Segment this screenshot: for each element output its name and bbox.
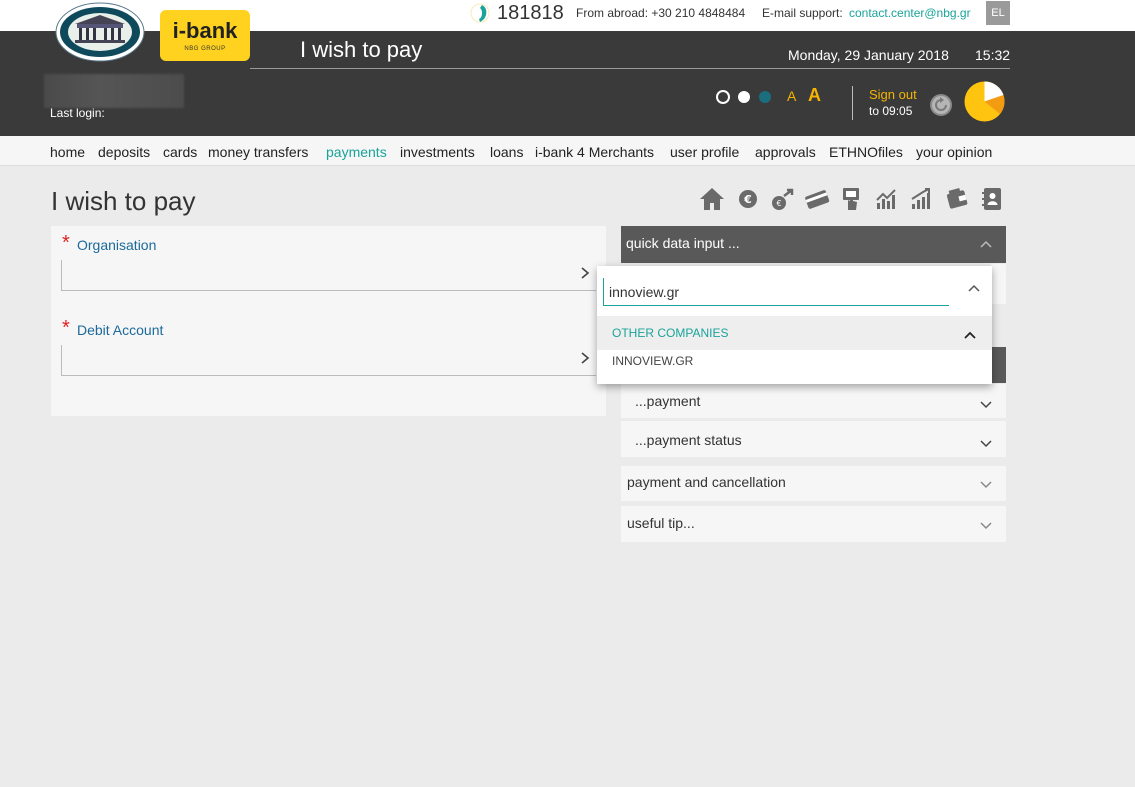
quick-data-input-label: quick data input ... <box>626 235 740 251</box>
chevron-up-icon <box>980 240 992 248</box>
phone-number: 181818 <box>497 2 564 24</box>
accordion-payment-label: ...payment <box>635 393 701 409</box>
home-icon[interactable] <box>699 186 725 212</box>
ibank-logo-text: i-bank <box>172 18 238 43</box>
svg-text:€: € <box>776 199 781 208</box>
main-header: i-bank NBG GROUP I wish to pay Monday, 2… <box>0 2 1135 136</box>
abroad-phone: From abroad: +30 210 4848484 <box>576 6 746 20</box>
phone-icon <box>470 3 490 23</box>
main-navigation: home deposits cards money transfers paym… <box>0 136 1135 166</box>
ibank-logo-subtext: NBG GROUP <box>184 46 226 52</box>
required-marker: * <box>62 232 70 254</box>
theme-option-teal[interactable] <box>759 91 771 103</box>
organisation-label: Organisation <box>77 237 157 253</box>
accordion-payment-status[interactable]: ...payment status <box>621 421 1006 457</box>
email-support-label: E-mail support: <box>762 6 843 20</box>
sign-out-link[interactable]: Sign out <box>869 87 917 102</box>
euro-icon[interactable]: € <box>735 186 761 212</box>
header-divider <box>250 68 1010 69</box>
nav-approvals[interactable]: approvals <box>755 144 816 160</box>
header-time: 15:32 <box>975 47 1011 63</box>
section-header-hidden <box>991 347 1006 383</box>
chevron-up-icon <box>964 331 976 339</box>
quick-data-input-body <box>991 264 1006 304</box>
nav-investments[interactable]: investments <box>400 144 475 160</box>
nav-payments[interactable]: payments <box>326 144 387 160</box>
header-title: I wish to pay <box>300 37 423 62</box>
accordion-useful-tip[interactable]: useful tip... <box>621 506 1006 542</box>
email-support-link[interactable]: contact.center@nbg.gr <box>849 6 971 20</box>
chart-up-icon[interactable] <box>874 186 900 212</box>
chevron-right-icon <box>581 352 590 364</box>
last-login-label: Last login: <box>50 106 105 120</box>
debit-account-field[interactable] <box>61 345 596 376</box>
svg-text:€: € <box>743 193 752 206</box>
chart-growth-icon[interactable] <box>909 186 935 212</box>
font-size-small-button[interactable]: A <box>787 88 796 104</box>
organisation-field[interactable] <box>61 260 596 291</box>
contacts-icon[interactable] <box>979 186 1005 212</box>
ibank-logo[interactable]: i-bank NBG GROUP <box>160 10 250 61</box>
nav-ibank-merchants[interactable]: i-bank 4 Merchants <box>535 144 654 160</box>
accordion-payment-status-label: ...payment status <box>635 432 742 448</box>
organisation-search-dropdown: OTHER COMPANIES INNOVIEW.GR <box>597 266 992 384</box>
user-name-blurred <box>44 74 184 108</box>
debit-account-label: Debit Account <box>77 322 164 338</box>
chevron-down-icon <box>980 522 992 530</box>
dropdown-group-label: OTHER COMPANIES <box>612 326 729 340</box>
session-expiry-time: to 09:05 <box>869 104 913 118</box>
font-size-large-button[interactable]: A <box>808 85 821 106</box>
accordion-useful-tip-label: useful tip... <box>627 515 695 531</box>
nav-deposits[interactable]: deposits <box>98 144 150 160</box>
theme-option-dark[interactable] <box>716 90 730 104</box>
chevron-down-icon <box>980 401 992 409</box>
accordion-payment-cancellation-label: payment and cancellation <box>627 474 786 490</box>
page-title: I wish to pay <box>51 186 196 216</box>
chevron-down-icon <box>980 440 992 448</box>
chevron-right-icon <box>581 267 590 279</box>
nav-money-transfers[interactable]: money transfers <box>208 144 308 160</box>
chevron-up-icon[interactable] <box>968 284 980 292</box>
nbg-logo[interactable] <box>55 2 145 62</box>
quick-data-input-header[interactable]: quick data input ... <box>621 226 1006 263</box>
refresh-session-icon[interactable] <box>929 93 953 117</box>
nav-loans[interactable]: loans <box>490 144 523 160</box>
required-marker: * <box>62 317 70 339</box>
header-date: Monday, 29 January 2018 <box>788 47 949 63</box>
nav-user-profile[interactable]: user profile <box>670 144 739 160</box>
payment-form: * Organisation * Debit Account <box>51 226 606 416</box>
nav-your-opinion[interactable]: your opinion <box>916 144 992 160</box>
accordion-payment[interactable]: ...payment <box>621 384 1006 418</box>
payment-hand-icon[interactable] <box>839 186 865 212</box>
chevron-down-icon <box>980 481 992 489</box>
transfer-icon[interactable]: € <box>770 186 796 212</box>
wallet-icon[interactable] <box>944 186 970 212</box>
dropdown-option[interactable]: INNOVIEW.GR <box>612 354 693 368</box>
theme-option-light[interactable] <box>738 91 750 103</box>
organisation-search-input[interactable] <box>603 278 949 306</box>
nav-home[interactable]: home <box>50 144 85 160</box>
nav-cards[interactable]: cards <box>163 144 197 160</box>
nav-ethnofiles[interactable]: ETHNOfiles <box>829 144 903 160</box>
header-separator <box>852 86 853 120</box>
dropdown-group-header[interactable]: OTHER COMPANIES <box>597 316 992 350</box>
card-icon[interactable] <box>804 186 830 212</box>
accordion-payment-cancellation[interactable]: payment and cancellation <box>621 466 1006 501</box>
session-timer-icon <box>964 81 1005 122</box>
language-toggle-button[interactable]: EL <box>986 1 1010 25</box>
